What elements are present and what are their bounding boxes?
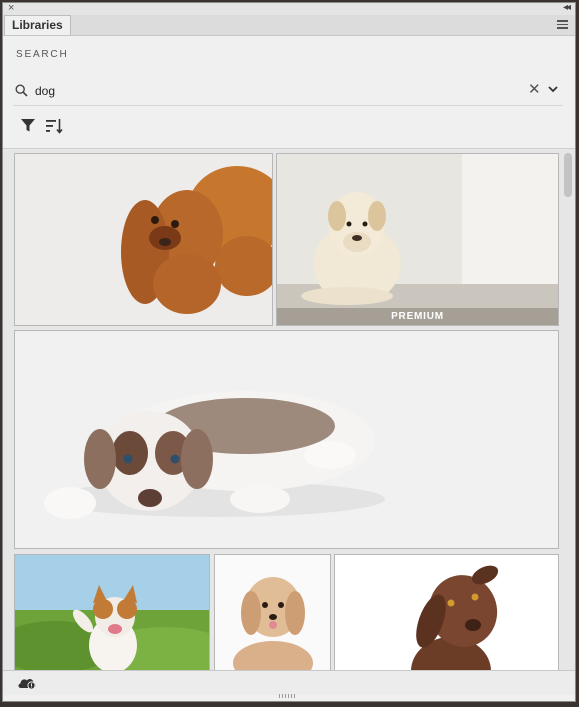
search-icon [15,84,28,97]
sort-icon[interactable] [45,118,63,134]
result-thumbnail[interactable] [14,554,210,671]
filter-icon[interactable] [21,119,35,132]
hamburger-menu-icon[interactable] [557,20,568,31]
close-panel-button[interactable]: × [8,3,14,15]
result-thumbnail[interactable] [14,153,273,326]
dog-image [15,331,558,548]
premium-badge: PREMIUM [277,308,558,325]
dog-image [15,154,272,325]
result-thumbnail[interactable] [214,554,331,671]
search-heading: SEARCH [16,49,69,60]
clear-search-button[interactable]: ✕ [528,82,541,98]
result-thumbnail[interactable] [14,330,559,549]
dog-image [215,555,330,671]
chevron-down-icon[interactable] [548,86,558,93]
search-input[interactable] [35,82,505,100]
cloud-sync-icon[interactable] [17,676,37,690]
search-bar: ✕ [13,81,563,106]
scrollbar-thumb[interactable] [564,153,572,197]
results-scrollbar[interactable] [562,149,574,671]
resize-grip[interactable] [279,694,297,698]
dog-image [277,154,558,325]
dog-image [335,555,558,671]
collapse-panel-button[interactable]: ◂◂ [563,3,571,15]
tab-libraries[interactable]: Libraries [4,15,71,35]
bottom-bar [3,670,575,695]
panel-title-bar: × ◂◂ [3,3,575,15]
tab-row: Libraries [3,15,575,36]
results-grid: PREMIUM [3,148,575,671]
dog-image [15,555,209,671]
libraries-panel: × ◂◂ Libraries SEARCH ✕ [2,2,576,702]
result-thumbnail[interactable] [334,554,559,671]
result-thumbnail-premium[interactable]: PREMIUM [276,153,559,326]
